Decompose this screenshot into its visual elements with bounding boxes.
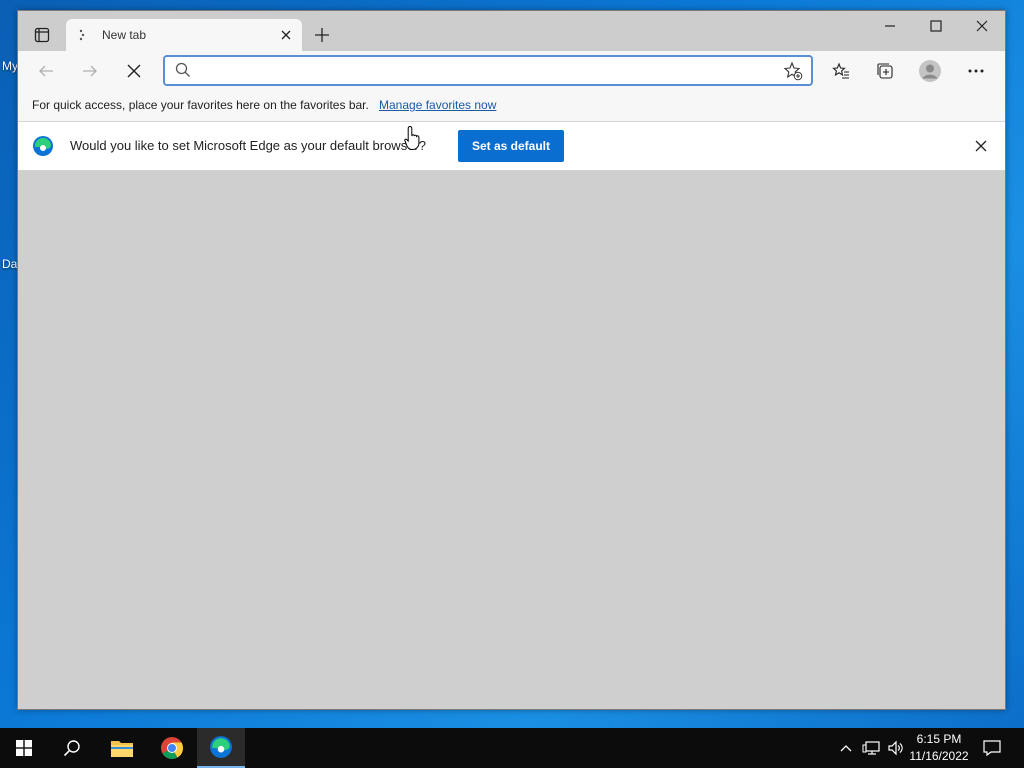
desktop-icon-label-my[interactable]: My: [2, 59, 18, 73]
search-icon: [175, 62, 190, 77]
infobar-message: Would you like to set Microsoft Edge as …: [70, 138, 426, 153]
tab-title: New tab: [102, 28, 147, 42]
page-content-area: [18, 170, 1005, 709]
infobar-close-button[interactable]: [971, 136, 991, 156]
collections-icon: [877, 63, 893, 79]
windows-logo-icon: [16, 740, 32, 756]
edge-icon: [210, 736, 232, 758]
tab-actions-icon: [34, 27, 50, 43]
edge-logo-icon: [33, 136, 53, 156]
chevron-up-icon: [840, 745, 852, 752]
tab-actions-button[interactable]: [26, 21, 58, 49]
network-tray-button[interactable]: [860, 728, 882, 768]
address-input[interactable]: [201, 61, 761, 81]
file-explorer-taskbar-button[interactable]: [98, 728, 146, 768]
maximize-icon: [930, 20, 942, 32]
clock-time: 6:15 PM: [916, 732, 962, 746]
close-icon: [976, 20, 988, 32]
back-arrow-icon: [39, 65, 53, 77]
favorites-button[interactable]: [826, 56, 856, 86]
show-hidden-icons-button[interactable]: [836, 728, 856, 768]
tab-new-tab[interactable]: New tab: [66, 19, 302, 52]
new-tab-button[interactable]: [310, 23, 334, 47]
navigation-toolbar: [18, 51, 1005, 91]
settings-more-button[interactable]: [961, 56, 991, 86]
favorites-bar: For quick access, place your favorites h…: [18, 91, 1005, 122]
tab-close-button[interactable]: [276, 25, 296, 45]
hand-cursor-icon: [404, 125, 420, 151]
close-icon: [281, 30, 291, 40]
chrome-icon: [161, 737, 183, 759]
system-clock[interactable]: 6:15 PM 11/16/2022: [903, 731, 975, 765]
profile-button[interactable]: [915, 56, 945, 86]
title-bar: New tab: [18, 11, 1005, 52]
network-icon: [862, 741, 880, 755]
browser-window: New tab For quick access, place your fav…: [17, 10, 1006, 710]
set-as-default-button[interactable]: Set as default: [458, 130, 564, 162]
search-button[interactable]: [48, 728, 96, 768]
folder-icon: [111, 741, 133, 757]
favorites-star-icon: [832, 62, 849, 79]
stop-loading-button[interactable]: [119, 56, 149, 86]
manage-favorites-link[interactable]: Manage favorites now: [379, 98, 496, 112]
address-bar[interactable]: [163, 55, 813, 86]
loading-spinner-icon: [79, 29, 85, 41]
default-browser-infobar: Would you like to set Microsoft Edge as …: [18, 122, 1005, 170]
minimize-button[interactable]: [867, 11, 913, 41]
back-button[interactable]: [31, 56, 61, 86]
add-favorite-star-icon[interactable]: [783, 61, 803, 81]
start-button[interactable]: [0, 728, 48, 768]
chrome-taskbar-button[interactable]: [148, 728, 196, 768]
minimize-icon: [885, 25, 895, 27]
taskbar: 6:15 PM 11/16/2022: [0, 728, 1024, 768]
search-icon: [63, 740, 80, 757]
edge-taskbar-button[interactable]: [197, 728, 245, 768]
collections-button[interactable]: [870, 56, 900, 86]
desktop-icon-label-da[interactable]: Da: [2, 257, 17, 271]
speaker-icon: [888, 740, 903, 756]
forward-arrow-icon: [83, 65, 97, 77]
plus-icon: [315, 28, 329, 42]
favorites-bar-message: For quick access, place your favorites h…: [32, 98, 369, 112]
close-window-button[interactable]: [959, 11, 1005, 41]
forward-button[interactable]: [75, 56, 105, 86]
close-icon: [975, 140, 987, 152]
clock-date: 11/16/2022: [909, 749, 969, 763]
avatar-icon: [919, 60, 941, 82]
action-center-button[interactable]: [978, 728, 1006, 768]
notification-icon: [983, 740, 1001, 756]
maximize-button[interactable]: [913, 11, 959, 41]
close-icon: [127, 64, 141, 78]
more-dots-icon: [968, 69, 984, 73]
